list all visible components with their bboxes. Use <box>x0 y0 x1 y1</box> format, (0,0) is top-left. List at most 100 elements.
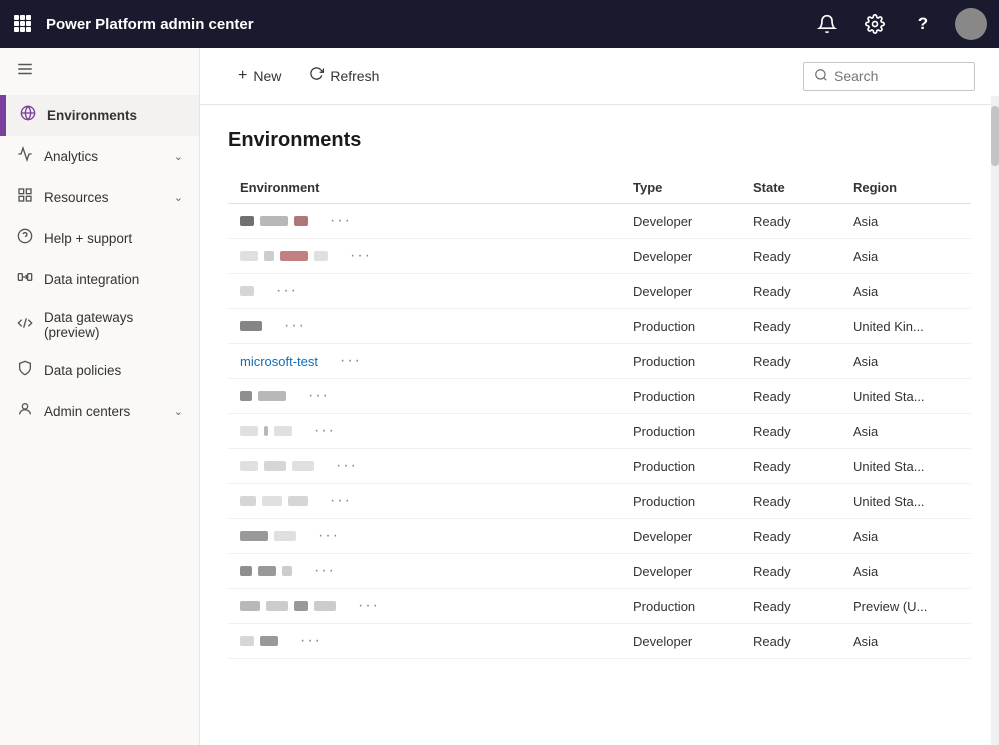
sidebar-item-admin-centers[interactable]: Admin centers ⌄ <box>0 391 199 432</box>
sidebar-item-data-policies[interactable]: Data policies <box>0 350 199 391</box>
avatar[interactable] <box>955 8 987 40</box>
more-options-button[interactable]: ··· <box>310 562 340 580</box>
env-region: Asia <box>841 239 971 274</box>
table-row[interactable]: microsoft-test···ProductionReadyAsia <box>228 344 971 379</box>
table-row[interactable]: ···DeveloperReadyAsia <box>228 624 971 659</box>
help-icon[interactable]: ? <box>907 8 939 40</box>
more-options-button[interactable]: ··· <box>280 317 310 335</box>
env-state: Ready <box>741 484 841 519</box>
refresh-button[interactable]: Refresh <box>295 58 393 94</box>
table-row[interactable]: ···DeveloperReadyAsia <box>228 274 971 309</box>
new-label: New <box>253 68 281 84</box>
topbar-actions: ? <box>811 8 987 40</box>
sidebar-item-help-support[interactable]: Help + support <box>0 218 199 259</box>
gear-icon[interactable] <box>859 8 891 40</box>
main-content: + New Refresh <box>200 48 999 745</box>
env-type: Production <box>621 449 741 484</box>
env-region: Asia <box>841 624 971 659</box>
env-name-block <box>314 251 328 261</box>
sidebar-item-analytics[interactable]: Analytics ⌄ <box>0 136 199 177</box>
search-input[interactable] <box>834 68 964 84</box>
env-state: Ready <box>741 379 841 414</box>
table-row[interactable]: ··· DeveloperReadyAsia <box>228 239 971 274</box>
sidebar-label-environments: Environments <box>47 108 183 123</box>
more-options-button[interactable]: ··· <box>354 597 384 615</box>
env-type: Production <box>621 379 741 414</box>
env-name-block <box>240 321 262 331</box>
env-name-block <box>240 566 252 576</box>
new-button[interactable]: + New <box>224 59 295 93</box>
sidebar-item-data-gateways[interactable]: Data gateways (preview) <box>0 300 199 350</box>
table-row[interactable]: ···DeveloperReadyAsia <box>228 519 971 554</box>
data-integration-icon <box>16 269 34 290</box>
env-type: Production <box>621 414 741 449</box>
refresh-label: Refresh <box>330 68 379 84</box>
more-options-button[interactable]: ··· <box>314 527 344 545</box>
env-state: Ready <box>741 519 841 554</box>
env-region: Asia <box>841 414 971 449</box>
search-box[interactable] <box>803 62 975 91</box>
sidebar-label-analytics: Analytics <box>44 149 164 164</box>
table-row[interactable]: ···ProductionReadyUnited Sta... <box>228 484 971 519</box>
env-name-cell: ··· <box>228 309 621 344</box>
table-row[interactable]: ···ProductionReadyAsia <box>228 414 971 449</box>
sidebar-item-resources[interactable]: Resources ⌄ <box>0 177 199 218</box>
more-options-button[interactable]: ··· <box>272 282 302 300</box>
scrollbar-thumb[interactable] <box>991 106 999 166</box>
more-options-button[interactable]: ··· <box>332 457 362 475</box>
grid-icon[interactable] <box>12 13 32 36</box>
env-type: Production <box>621 484 741 519</box>
env-name-block <box>264 426 268 436</box>
env-region: Asia <box>841 344 971 379</box>
env-name-block <box>260 636 278 646</box>
more-options-button[interactable]: ··· <box>304 387 334 405</box>
env-name-block <box>240 251 258 261</box>
env-name-block <box>288 496 308 506</box>
env-state: Ready <box>741 309 841 344</box>
more-options-button[interactable]: ··· <box>346 247 376 265</box>
sidebar-label-data-integration: Data integration <box>44 272 183 287</box>
env-region: Asia <box>841 554 971 589</box>
env-name-block <box>240 461 258 471</box>
table-row[interactable]: ···ProductionReadyUnited Sta... <box>228 379 971 414</box>
env-name-cell: ··· <box>228 484 621 519</box>
env-state: Ready <box>741 624 841 659</box>
sidebar-hamburger[interactable] <box>0 48 199 95</box>
more-options-button[interactable]: ··· <box>310 422 340 440</box>
env-state: Ready <box>741 239 841 274</box>
more-options-button[interactable]: ··· <box>336 352 366 370</box>
more-options-button[interactable]: ··· <box>296 632 326 650</box>
env-name-block <box>240 286 254 296</box>
env-name-cell: ··· <box>228 379 621 414</box>
sidebar-item-data-integration[interactable]: Data integration <box>0 259 199 300</box>
sidebar-item-environments[interactable]: Environments <box>0 95 199 136</box>
env-name-cell: ··· <box>228 414 621 449</box>
content-area: Environments Environment Type State Regi… <box>200 105 999 745</box>
env-name-cell: ··· <box>228 589 621 624</box>
more-options-button[interactable]: ··· <box>326 212 356 230</box>
env-region: United Sta... <box>841 449 971 484</box>
env-type: Developer <box>621 239 741 274</box>
env-state: Ready <box>741 449 841 484</box>
env-state: Ready <box>741 344 841 379</box>
main-wrapper: + New Refresh <box>200 48 999 745</box>
scrollbar-track[interactable] <box>991 96 999 745</box>
env-name-block <box>262 496 282 506</box>
bell-icon[interactable] <box>811 8 843 40</box>
table-row[interactable]: ···DeveloperReadyAsia <box>228 554 971 589</box>
app-title: Power Platform admin center <box>46 16 811 33</box>
table-row[interactable]: ···DeveloperReadyAsia <box>228 204 971 239</box>
env-name-text[interactable]: microsoft-test <box>240 354 318 369</box>
table-row[interactable]: ··· ProductionReadyUnited Sta... <box>228 449 971 484</box>
table-row[interactable]: ···ProductionReadyUnited Kin... <box>228 309 971 344</box>
topbar: Power Platform admin center ? <box>0 0 999 48</box>
env-name-block <box>258 391 286 401</box>
env-name-block <box>240 391 252 401</box>
more-options-button[interactable]: ··· <box>326 492 356 510</box>
env-name-cell: ··· <box>228 554 621 589</box>
env-name-block <box>314 601 336 611</box>
env-name-cell: ··· <box>228 239 621 274</box>
env-name-cell: ··· <box>228 449 621 484</box>
table-row[interactable]: ···ProductionReadyPreview (U... <box>228 589 971 624</box>
data-gateways-icon <box>16 315 34 336</box>
